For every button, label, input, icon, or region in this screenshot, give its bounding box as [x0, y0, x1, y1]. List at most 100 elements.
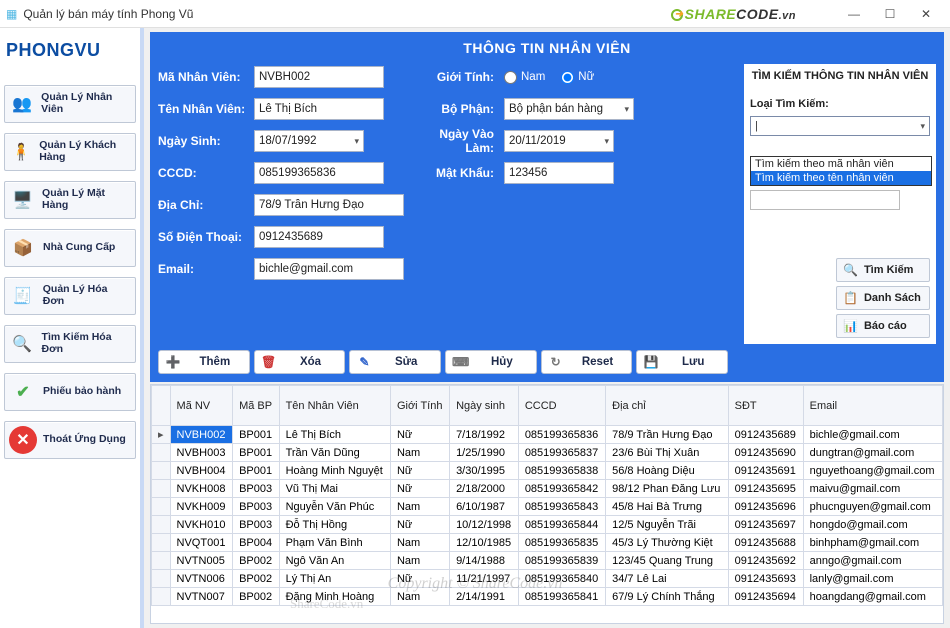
input-pw[interactable]: [504, 162, 614, 184]
input-cccd[interactable]: [254, 162, 384, 184]
input-email[interactable]: [254, 258, 404, 280]
table-row[interactable]: NVQT001BP004Phạm Văn BìnhNam12/10/198508…: [152, 534, 943, 552]
label-addr: Địa Chỉ:: [158, 198, 248, 212]
radio-male[interactable]: Nam: [504, 71, 545, 84]
search-type-label: Loại Tìm Kiếm:: [750, 98, 930, 110]
reset-button[interactable]: ↻Reset: [541, 350, 633, 374]
col-header[interactable]: Tên Nhân Viên: [279, 386, 390, 426]
col-header[interactable]: Giới Tính: [390, 386, 449, 426]
col-header[interactable]: Mã BP: [233, 386, 280, 426]
window-title: Quản lý bán máy tính Phong Vũ: [23, 7, 670, 21]
search-panel: TÌM KIẾM THÔNG TIN NHÂN VIÊN Loại Tìm Ki…: [744, 64, 936, 344]
supplier-icon: 📦: [9, 234, 37, 262]
sidebar-item-exit[interactable]: ✕Thoát Ứng Dụng: [4, 421, 136, 459]
titlebar: ▦ Quản lý bán máy tính Phong Vũ ➜SHARECO…: [0, 0, 950, 28]
list-icon: 📋: [843, 291, 858, 305]
staff-icon: 👥: [9, 90, 35, 118]
sidebar: PHONGVU 👥Quản Lý Nhân Viên 🧍Quản Lý Khác…: [0, 28, 144, 628]
table-row[interactable]: NVBH004BP001Hoàng Minh NguyệtNữ3/30/1995…: [152, 462, 943, 480]
input-phone[interactable]: [254, 226, 384, 248]
search-input[interactable]: [750, 190, 900, 210]
search-invoice-icon: 🔍: [9, 330, 36, 358]
magnify-icon: 🔍: [843, 263, 858, 277]
table-row[interactable]: NVKH010BP003Đỗ Thị HồngNữ10/12/199808519…: [152, 516, 943, 534]
panel-title: THÔNG TIN NHÂN VIÊN: [158, 38, 936, 64]
sidebar-item-staff[interactable]: 👥Quản Lý Nhân Viên: [4, 85, 136, 123]
table-row[interactable]: NVBH003BP001Trần Văn DũngNam1/25/1990085…: [152, 444, 943, 462]
exit-icon: ✕: [9, 426, 37, 454]
search-type-combo[interactable]: |▾: [750, 116, 930, 136]
cancel-button[interactable]: ⌨Hủy: [445, 350, 537, 374]
table-row[interactable]: ▸NVBH002BP001Lê Thị BíchNữ7/18/199208519…: [152, 426, 943, 444]
app-icon: ▦: [6, 7, 17, 21]
search-option-name[interactable]: Tìm kiếm theo tên nhân viên: [751, 171, 931, 185]
brand-logo: PHONGVU: [4, 32, 136, 75]
label-email: Email:: [158, 262, 248, 276]
edit-icon: ✎: [356, 355, 372, 369]
customer-icon: 🧍: [9, 138, 33, 166]
close-button[interactable]: ✕: [908, 7, 944, 21]
label-gender: Giới Tính:: [408, 70, 498, 84]
radio-female[interactable]: Nữ: [561, 71, 594, 84]
table-row[interactable]: NVTN005BP002Ngô Văn AnNam9/14/1988085199…: [152, 552, 943, 570]
cancel-icon: ⌨: [452, 355, 468, 369]
search-type-dropdown[interactable]: Tìm kiếm theo mã nhân viên Tìm kiếm theo…: [750, 156, 932, 186]
save-icon: 💾: [643, 355, 659, 369]
product-icon: 🖥️: [9, 186, 36, 214]
col-header[interactable]: Mã NV: [170, 386, 233, 426]
chevron-down-icon: ▾: [354, 136, 359, 147]
col-header[interactable]: SĐT: [728, 386, 803, 426]
list-button[interactable]: 📋Danh Sách: [836, 286, 930, 310]
report-button[interactable]: 📊Báo cáo: [836, 314, 930, 338]
chevron-down-icon: ▾: [920, 121, 925, 132]
sidebar-item-search-invoice[interactable]: 🔍Tìm Kiếm Hóa Đơn: [4, 325, 136, 363]
sidebar-item-product[interactable]: 🖥️Quản Lý Mặt Hàng: [4, 181, 136, 219]
reset-icon: ↻: [548, 355, 564, 369]
edit-button[interactable]: ✎Sửa: [349, 350, 441, 374]
sharecode-logo: ➜SHARECODE.vn: [671, 6, 796, 22]
sidebar-item-invoice[interactable]: 🧾Quản Lý Hóa Đơn: [4, 277, 136, 315]
warranty-icon: ✔: [9, 378, 37, 406]
search-option-code[interactable]: Tìm kiếm theo mã nhân viên: [751, 157, 931, 171]
chevron-down-icon: ▾: [604, 136, 609, 147]
label-cccd: CCCD:: [158, 166, 248, 180]
chevron-down-icon: ▾: [624, 104, 629, 115]
invoice-icon: 🧾: [9, 282, 37, 310]
add-button[interactable]: ➕Thêm: [158, 350, 250, 374]
search-title: TÌM KIẾM THÔNG TIN NHÂN VIÊN: [750, 70, 930, 82]
input-hire[interactable]: 20/11/2019▾: [504, 130, 614, 152]
table-row[interactable]: NVTN006BP002Lý Thị AnNữ11/21/19970851993…: [152, 570, 943, 588]
label-id: Mã Nhân Viên:: [158, 70, 248, 84]
label-hire: Ngày Vào Làm:: [408, 127, 498, 155]
label-dob: Ngày Sinh:: [158, 134, 248, 148]
label-dept: Bộ Phận:: [408, 102, 498, 116]
employee-grid[interactable]: Mã NVMã BPTên Nhân ViênGiới TínhNgày sin…: [150, 384, 944, 624]
table-row[interactable]: NVKH009BP003Nguyễn Văn PhúcNam6/10/19870…: [152, 498, 943, 516]
minimize-button[interactable]: —: [836, 7, 872, 21]
label-pw: Mật Khẩu:: [408, 166, 498, 180]
search-button[interactable]: 🔍Tìm Kiếm: [836, 258, 930, 282]
input-id[interactable]: [254, 66, 384, 88]
col-header[interactable]: CCCD: [518, 386, 605, 426]
employee-panel: THÔNG TIN NHÂN VIÊN Mã Nhân Viên: Tên Nh…: [150, 32, 944, 382]
col-header[interactable]: [152, 386, 171, 426]
save-button[interactable]: 💾Lưu: [636, 350, 728, 374]
select-dept[interactable]: Bộ phận bán hàng▾: [504, 98, 634, 120]
maximize-button[interactable]: ☐: [872, 7, 908, 21]
table-row[interactable]: NVTN007BP002Đặng Minh HoàngNam2/14/19910…: [152, 588, 943, 606]
sidebar-item-supplier[interactable]: 📦Nhà Cung Cấp: [4, 229, 136, 267]
input-dob[interactable]: 18/07/1992▾: [254, 130, 364, 152]
label-name: Tên Nhân Viên:: [158, 102, 248, 116]
label-phone: Số Điện Thoại:: [158, 230, 248, 244]
col-header[interactable]: Email: [803, 386, 942, 426]
report-icon: 📊: [843, 319, 858, 333]
delete-button[interactable]: 🗑Xóa: [254, 350, 346, 374]
sidebar-item-customer[interactable]: 🧍Quản Lý Khách Hàng: [4, 133, 136, 171]
add-icon: ➕: [165, 355, 181, 369]
col-header[interactable]: Địa chỉ: [606, 386, 729, 426]
table-row[interactable]: NVKH008BP003Vũ Thị MaiNữ2/18/20000851993…: [152, 480, 943, 498]
col-header[interactable]: Ngày sinh: [450, 386, 519, 426]
sidebar-item-warranty[interactable]: ✔Phiếu bảo hành: [4, 373, 136, 411]
input-addr[interactable]: [254, 194, 404, 216]
input-name[interactable]: [254, 98, 384, 120]
